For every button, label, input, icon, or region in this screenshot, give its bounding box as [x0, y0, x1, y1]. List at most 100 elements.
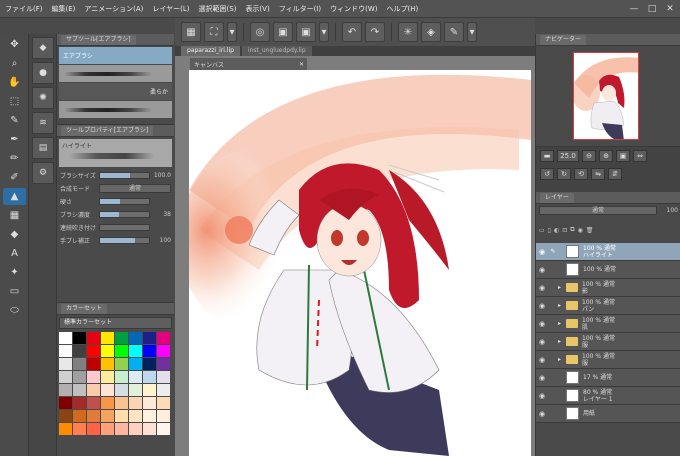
color-swatch[interactable]	[157, 397, 170, 409]
visibility-eye-icon[interactable]: ◉	[536, 338, 548, 346]
move-tool-icon[interactable]: ✥	[3, 36, 26, 53]
transform-icon[interactable]: ◈	[421, 22, 441, 42]
fit-view-icon[interactable]: ⛶	[204, 22, 224, 42]
menu-animation[interactable]: アニメーション(A)	[84, 4, 143, 14]
menu-selection[interactable]: 選択範囲(S)	[199, 4, 237, 14]
property-slider[interactable]	[99, 198, 150, 205]
page-icon[interactable]: ▣	[296, 22, 316, 42]
new-folder-icon[interactable]: ▯	[548, 227, 551, 234]
visibility-eye-icon[interactable]: ◉	[536, 356, 548, 364]
property-value[interactable]: 100.0	[153, 172, 171, 179]
menu-view[interactable]: 表示(V)	[245, 4, 269, 14]
color-swatch[interactable]	[87, 410, 100, 422]
color-swatch[interactable]	[73, 410, 86, 422]
zoom-tool-icon[interactable]: ⌕	[3, 55, 26, 72]
color-swatch[interactable]	[59, 397, 72, 409]
color-swatch[interactable]	[59, 345, 72, 357]
layer-row[interactable]: ◉ ▸ 100 % 通常影	[536, 279, 680, 297]
color-swatch[interactable]	[143, 423, 156, 435]
brush-tool-icon[interactable]: ✐	[3, 169, 26, 186]
property-slider[interactable]	[99, 172, 150, 179]
canvas-area[interactable]	[175, 56, 535, 456]
settings-icon[interactable]: ⚙	[32, 162, 54, 184]
layer-row[interactable]: ◉ ▸ 100 % 通常服	[536, 333, 680, 351]
color-swatch[interactable]	[59, 384, 72, 396]
color-swatch[interactable]	[101, 384, 114, 396]
color-swatch[interactable]	[59, 410, 72, 422]
visibility-eye-icon[interactable]: ◉	[536, 320, 548, 328]
color-swatch[interactable]	[73, 423, 86, 435]
minimize-button[interactable]: —	[628, 3, 640, 14]
color-swatch[interactable]	[143, 358, 156, 370]
redo-icon[interactable]: ↷	[365, 22, 385, 42]
lock-icon[interactable]: ⊡	[562, 227, 567, 234]
expand-arrow-icon[interactable]: ▸	[558, 356, 566, 363]
color-swatch[interactable]	[129, 371, 142, 383]
color-swatch[interactable]	[115, 358, 128, 370]
pencil-tool-icon[interactable]: ✏	[3, 150, 26, 167]
reference-icon[interactable]: ◉	[578, 227, 583, 234]
layer-blend-select[interactable]: 通常	[539, 206, 657, 215]
layer-row[interactable]: ◉ 17 % 通常	[536, 369, 680, 387]
visibility-eye-icon[interactable]: ◉	[536, 392, 548, 400]
property-slider[interactable]	[99, 237, 150, 244]
color-swatch[interactable]	[157, 358, 170, 370]
brush-item-soft[interactable]: 柔らか	[59, 83, 172, 100]
visibility-eye-icon[interactable]: ◉	[536, 302, 548, 310]
color-swatch[interactable]	[157, 423, 170, 435]
undo-icon[interactable]: ↶	[342, 22, 362, 42]
navigator-tab[interactable]: ナビゲーター	[540, 34, 587, 45]
color-swatch[interactable]	[87, 423, 100, 435]
rotate-left-icon[interactable]: ↺	[540, 168, 554, 180]
zoom-slider-icon[interactable]: ▬	[540, 150, 554, 162]
color-swatch[interactable]	[115, 371, 128, 383]
spiral-icon[interactable]: ◎	[250, 22, 270, 42]
doc-tab-0[interactable]: paparazzi_iri.lip	[181, 46, 240, 56]
menu-help[interactable]: ヘルプ(H)	[386, 4, 418, 14]
eraser-icon[interactable]: ✎	[444, 22, 464, 42]
dropdown-icon[interactable]: ▾	[227, 22, 237, 42]
maximize-button[interactable]: □	[646, 3, 658, 14]
layer-row[interactable]: ◉ ▸ 100 % 通常 パン	[536, 297, 680, 315]
menu-edit[interactable]: 編集(E)	[52, 4, 76, 14]
color-swatch[interactable]	[157, 384, 170, 396]
mask-icon[interactable]: ◐	[554, 227, 559, 234]
color-swatch[interactable]	[129, 384, 142, 396]
color-swatch[interactable]	[115, 423, 128, 435]
property-select[interactable]: 通常	[99, 184, 171, 193]
menu-file[interactable]: ファイル(F)	[5, 4, 43, 14]
airbrush-tool-icon[interactable]: ▲	[3, 188, 26, 205]
color-swatch[interactable]	[101, 332, 114, 344]
decoration-tool-icon[interactable]: ✦	[3, 264, 26, 281]
fit-icon[interactable]: ▣	[616, 150, 630, 162]
color-swatch[interactable]	[115, 332, 128, 344]
spray-icon[interactable]: ✺	[32, 87, 54, 109]
color-set-select[interactable]: 標準カラーセット	[59, 317, 172, 329]
color-swatch[interactable]	[143, 397, 156, 409]
color-swatch[interactable]	[129, 345, 142, 357]
layer-row[interactable]: ◉ ▸ 100 % 通常服	[536, 351, 680, 369]
new-layer-icon[interactable]: ▭	[539, 227, 545, 234]
layer-row[interactable]: ◉ ▸ 100 % 通常肌	[536, 315, 680, 333]
flip-icon[interactable]: ⇔	[633, 150, 647, 162]
expand-arrow-icon[interactable]: ▸	[558, 284, 566, 291]
menu-layer[interactable]: レイヤー(L)	[152, 4, 189, 14]
visibility-eye-icon[interactable]: ◉	[536, 284, 548, 292]
color-swatch[interactable]	[87, 397, 100, 409]
dropdown-icon[interactable]: ▾	[467, 22, 477, 42]
rotate-right-icon[interactable]: ↻	[557, 168, 571, 180]
color-swatch[interactable]	[87, 358, 100, 370]
delete-layer-icon[interactable]: 🗑	[586, 227, 594, 234]
color-swatch[interactable]	[157, 371, 170, 383]
color-swatch[interactable]	[87, 384, 100, 396]
color-swatch[interactable]	[101, 410, 114, 422]
color-swatch[interactable]	[87, 371, 100, 383]
color-swatch[interactable]	[129, 358, 142, 370]
navigator-thumbnail[interactable]	[573, 52, 639, 140]
visibility-eye-icon[interactable]: ◉	[536, 248, 548, 256]
color-swatch[interactable]	[143, 345, 156, 357]
ink-pen-tool-icon[interactable]: ✒	[3, 131, 26, 148]
flip-horizontal-icon[interactable]: ⇋	[591, 168, 605, 180]
soft-brush-icon[interactable]: ●	[32, 62, 54, 84]
color-swatch[interactable]	[101, 397, 114, 409]
